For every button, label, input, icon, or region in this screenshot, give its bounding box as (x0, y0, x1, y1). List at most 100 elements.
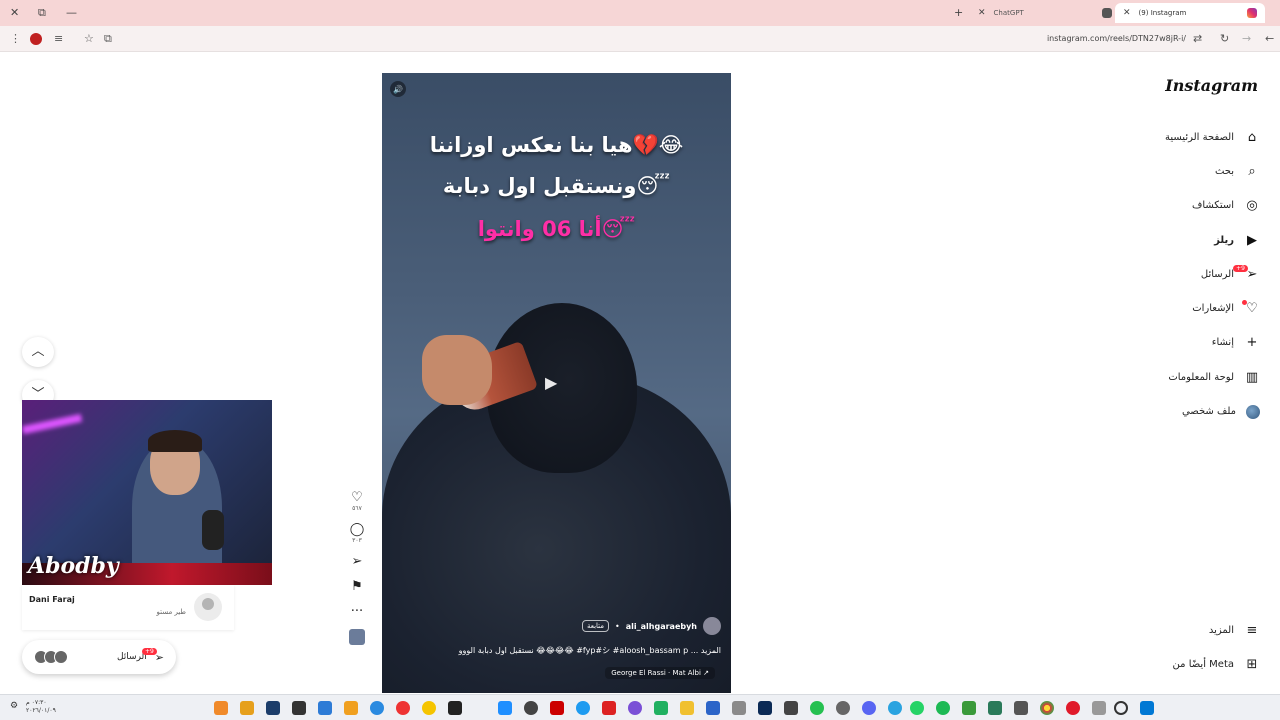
taskbar-app-icon[interactable] (292, 701, 306, 715)
sidebar-item-notifications[interactable]: الإشعارات ♡ (1090, 291, 1260, 325)
install-app-icon[interactable]: ⧉ (104, 32, 112, 46)
steam-icon[interactable] (266, 701, 280, 715)
taskbar-app-icon[interactable] (988, 701, 1002, 715)
taskbar-app-icon[interactable] (550, 701, 564, 715)
close-tab-icon[interactable]: ✕ (1123, 8, 1131, 18)
taskbar-app-icon[interactable] (396, 701, 410, 715)
sidebar-item-messages[interactable]: الرسائل ➢ +9 (1090, 257, 1260, 291)
close-window-icon[interactable]: ✕ (10, 6, 19, 19)
comment-action[interactable]: ◯ ٣٠٣ (344, 522, 370, 544)
sidebar-item-home[interactable]: الصفحة الرئيسية ⌂ (1090, 120, 1260, 154)
taskbar-app-icon[interactable] (836, 701, 850, 715)
taskbar-app-icon[interactable] (240, 701, 254, 715)
forward-icon[interactable]: → (1242, 32, 1251, 45)
new-tab-icon[interactable]: + (954, 6, 963, 19)
follow-button[interactable]: متابعة (581, 620, 610, 632)
taskbar-app-icon[interactable] (318, 701, 332, 715)
sidebar-item-create[interactable]: إنشاء + (1090, 326, 1260, 360)
rgb-light (22, 413, 83, 435)
suggested-account-card[interactable]: Dani Faraj طير مستو (22, 585, 234, 630)
previous-reel-button[interactable]: ︿ (22, 337, 54, 367)
sidebar-item-meta[interactable]: أيضًا من Meta ⊞ (1090, 657, 1260, 672)
meta-icon: ⊞ (1246, 657, 1258, 672)
bookmark-star-icon[interactable]: ☆ (84, 32, 94, 45)
taskbar-app-icon[interactable] (498, 701, 512, 715)
sidebar-item-dashboard[interactable]: لوحة المعلومات ▥ (1090, 360, 1260, 394)
playlist-icon[interactable]: ≡ (54, 32, 63, 45)
opera-icon[interactable] (1066, 701, 1080, 715)
reel-description[interactable]: نستقبل اول دبابة الووو 😂😂😂😂 #fyp#シ #aloo… (459, 645, 721, 656)
taskbar-app-icon[interactable] (654, 701, 668, 715)
start-icon[interactable] (1140, 701, 1154, 715)
tab-chatgpt[interactable]: ✕ ChatGPT (970, 3, 1120, 23)
site-settings-icon[interactable]: ⇄ (1193, 32, 1202, 45)
author-avatar[interactable] (703, 617, 721, 635)
taskbar-app-icon[interactable] (344, 701, 358, 715)
save-action[interactable]: ⚑ (344, 579, 370, 594)
search-icon[interactable] (1114, 701, 1128, 715)
telegram-icon[interactable] (888, 701, 902, 715)
whatsapp-icon[interactable] (910, 701, 924, 715)
more-action[interactable]: ··· (344, 604, 370, 619)
music-label[interactable]: George El Rassi · Mat Albi ↗ (605, 667, 715, 679)
taskbar-app-icon[interactable] (448, 701, 462, 715)
sidebar-nav: الصفحة الرئيسية ⌂ بحث ⌕ استكشاف ◎ ريلز ▶… (1090, 120, 1260, 429)
taskbar-app-icon[interactable] (1092, 701, 1106, 715)
extension-icon[interactable] (30, 33, 42, 45)
volume-icon[interactable]: 🔊 (390, 81, 406, 97)
reel-caption-line2: ونستقبل اول دبابة😴 (442, 174, 671, 198)
close-tab-icon[interactable]: ✕ (978, 8, 986, 18)
tray-icon[interactable]: ⚙ (10, 701, 18, 711)
taskbar-app-icon[interactable] (1014, 701, 1028, 715)
taskbar-app-icon[interactable] (214, 701, 228, 715)
author-username[interactable]: ali_alhgaraebyh (626, 622, 697, 631)
taskbar-app-icon[interactable] (628, 701, 642, 715)
reel-caption-line3: أنا 06 وانتوا😴 (477, 217, 636, 241)
search-icon: ⌕ (1248, 163, 1256, 179)
tab-title: ChatGPT (993, 9, 1024, 17)
sidebar-item-explore[interactable]: استكشاف ◎ (1090, 189, 1260, 223)
taskbar-app-icon[interactable] (732, 701, 746, 715)
streamer-hair (148, 430, 202, 452)
webcam-overlay: Abodby (22, 400, 272, 585)
sidebar-item-label: إنشاء (1211, 337, 1234, 349)
photoshop-icon[interactable] (758, 701, 772, 715)
like-action[interactable]: ♡ ٥٦٧ (344, 490, 370, 512)
chrome-icon[interactable] (1040, 701, 1054, 715)
microphone (202, 510, 224, 550)
sidebar-item-reels[interactable]: ريلز ▶ (1090, 223, 1260, 257)
taskbar-app-icon[interactable] (602, 701, 616, 715)
back-icon[interactable]: ← (1265, 32, 1274, 45)
suggested-name: Dani Faraj (29, 595, 75, 604)
sidebar-item-more[interactable]: المزيد ≡ (1090, 623, 1260, 638)
taskbar-app-icon[interactable] (810, 701, 824, 715)
tab-instagram[interactable]: ✕ (9) Instagram (1115, 3, 1265, 23)
instagram-logo[interactable]: Instagram (1165, 76, 1258, 95)
taskbar-app-icon[interactable] (422, 701, 436, 715)
url-field[interactable]: instagram.com/reels/DTN27w8jR-i/ (1000, 34, 1186, 43)
reel-actions: ♡ ٥٦٧ ◯ ٣٠٣ ➢ ⚑ ··· (344, 490, 370, 645)
share-action[interactable]: ➢ (344, 554, 370, 569)
menu-icon[interactable]: ⋮ (10, 32, 21, 45)
audio-avatar[interactable] (349, 629, 365, 645)
taskbar-clock[interactable]: ٠٧:٣٠ م ٢٠٢٦/٠١/٠٩ (26, 699, 56, 715)
taskbar-app-icon[interactable] (706, 701, 720, 715)
reel-video[interactable]: 🔊 هيا بنا نعكس اوزاننا💔😂 ونستقبل اول دبا… (382, 73, 731, 693)
clock-time: ٠٧:٣٠ م (26, 699, 47, 706)
taskbar-app-icon[interactable] (370, 701, 384, 715)
discord-icon[interactable] (862, 701, 876, 715)
play-icon[interactable]: ▶ (545, 373, 557, 392)
reload-icon[interactable]: ↻ (1220, 32, 1229, 45)
sidebar-item-search[interactable]: بحث ⌕ (1090, 154, 1260, 188)
taskbar-app-icon[interactable] (576, 701, 590, 715)
taskbar-app-icon[interactable] (784, 701, 798, 715)
folder-icon[interactable] (680, 701, 694, 715)
taskbar-app-icon[interactable] (962, 701, 976, 715)
taskbar-app-icon[interactable] (524, 701, 538, 715)
restore-window-icon[interactable]: ⧉ (38, 6, 46, 20)
spotify-icon[interactable] (936, 701, 950, 715)
minimize-window-icon[interactable]: — (66, 6, 77, 19)
messages-pill[interactable]: +9 الرسائل ➢ (22, 640, 176, 674)
sidebar-item-profile[interactable]: ملف شخصي (1090, 394, 1260, 428)
video-hand (422, 335, 492, 405)
